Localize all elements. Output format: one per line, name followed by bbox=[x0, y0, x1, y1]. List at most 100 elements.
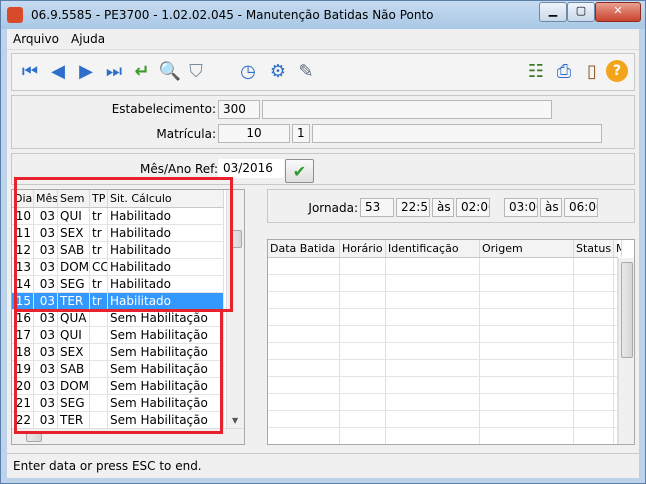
empty-cell bbox=[268, 377, 340, 393]
empty-row bbox=[268, 258, 618, 275]
jornada-start1-field: 22:52 bbox=[396, 198, 430, 217]
notes-icon[interactable]: ✎ bbox=[294, 60, 318, 84]
empty-cell bbox=[340, 275, 386, 291]
empty-cell bbox=[386, 428, 480, 444]
empty-cell bbox=[480, 275, 574, 291]
empty-row bbox=[268, 275, 618, 292]
status-bar: Enter data or press ESC to end. bbox=[7, 453, 639, 478]
empty-row bbox=[268, 360, 618, 377]
jornada-sep2: às bbox=[540, 198, 562, 217]
exit-icon[interactable]: ▯ bbox=[580, 60, 604, 84]
close-button[interactable]: ✕ bbox=[595, 2, 641, 22]
batidas-grid-header: Data Batida Horário Identificação Origem… bbox=[268, 240, 622, 258]
goto-icon[interactable]: ↵ bbox=[130, 60, 154, 84]
empty-cell bbox=[386, 411, 480, 427]
empty-row bbox=[268, 309, 618, 326]
print-icon[interactable]: ⎙ bbox=[552, 60, 576, 84]
checkmark-icon: ✔ bbox=[292, 161, 307, 181]
empty-cell bbox=[340, 428, 386, 444]
empty-cell bbox=[574, 428, 614, 444]
empty-cell bbox=[386, 377, 480, 393]
matricula-seq-field[interactable]: 1 bbox=[292, 124, 310, 143]
empty-cell bbox=[268, 343, 340, 359]
col-identificacao[interactable]: Identificação bbox=[386, 240, 480, 257]
app-icon bbox=[7, 7, 23, 23]
tree-icon[interactable]: ☷ bbox=[524, 60, 548, 84]
empty-cell bbox=[574, 275, 614, 291]
client-area: Arquivo Ajuda ⏮ ◀ ▶ ⏭ ↵ 🔍 ⛉ ◷ ⚙ ✎ ☷ ⎙ ▯ … bbox=[7, 29, 639, 478]
empty-cell bbox=[574, 292, 614, 308]
empty-cell bbox=[480, 411, 574, 427]
col-m[interactable]: M bbox=[614, 240, 622, 257]
matricula-label: Matrícula: bbox=[156, 127, 216, 141]
batidas-grid-vscrollbar[interactable] bbox=[618, 258, 634, 444]
empty-cell bbox=[340, 394, 386, 410]
jornada-start2-field: 03:00 bbox=[504, 198, 538, 217]
window-title: 06.9.5585 - PE3700 - 1.02.02.045 - Manut… bbox=[31, 8, 434, 22]
col-origem[interactable]: Origem bbox=[480, 240, 574, 257]
empty-row bbox=[268, 377, 618, 394]
period-field[interactable]: 03/2016 bbox=[218, 159, 284, 178]
empty-row bbox=[268, 411, 618, 428]
empty-cell bbox=[574, 309, 614, 325]
clock-icon[interactable]: ◷ bbox=[236, 60, 260, 84]
col-horario[interactable]: Horário bbox=[340, 240, 386, 257]
empty-cell bbox=[340, 326, 386, 342]
empty-cell bbox=[268, 360, 340, 376]
confirm-button[interactable]: ✔ bbox=[285, 159, 314, 183]
previous-record-icon[interactable]: ◀ bbox=[46, 60, 70, 84]
maximize-button[interactable]: ▢ bbox=[567, 2, 595, 22]
empty-cell bbox=[340, 377, 386, 393]
empty-cell bbox=[480, 309, 574, 325]
batidas-grid: Data Batida Horário Identificação Origem… bbox=[267, 239, 635, 445]
empty-cell bbox=[386, 326, 480, 342]
empty-cell bbox=[574, 326, 614, 342]
empty-cell bbox=[340, 343, 386, 359]
empty-cell bbox=[268, 292, 340, 308]
filter-panel: Estabelecimento: 300 Matrícula: 10 1 bbox=[11, 95, 635, 149]
batidas-grid-vscroll-thumb[interactable] bbox=[621, 262, 633, 358]
empty-cell bbox=[268, 411, 340, 427]
estabelecimento-code-field[interactable]: 300 bbox=[218, 100, 260, 119]
title-bar[interactable]: 06.9.5585 - PE3700 - 1.02.02.045 - Manut… bbox=[1, 1, 645, 29]
empty-cell bbox=[574, 377, 614, 393]
empty-cell bbox=[340, 309, 386, 325]
help-icon[interactable]: ? bbox=[606, 60, 628, 82]
empty-cell bbox=[574, 258, 614, 274]
empty-row bbox=[268, 428, 618, 444]
last-record-icon[interactable]: ⏭ bbox=[102, 60, 126, 84]
minimize-button[interactable]: ▁ bbox=[539, 2, 567, 22]
estabelecimento-name-field bbox=[262, 100, 552, 119]
empty-cell bbox=[268, 394, 340, 410]
col-status[interactable]: Status bbox=[574, 240, 614, 257]
next-record-icon[interactable]: ▶ bbox=[74, 60, 98, 84]
empty-cell bbox=[268, 428, 340, 444]
menu-ajuda[interactable]: Ajuda bbox=[71, 32, 105, 46]
jornada-panel: Jornada: 53 22:52 às 02:00 03:00 às 06:0… bbox=[267, 189, 635, 223]
empty-cell bbox=[386, 343, 480, 359]
empty-cell bbox=[386, 309, 480, 325]
status-text: Enter data or press ESC to end. bbox=[13, 459, 202, 473]
empty-cell bbox=[480, 428, 574, 444]
empty-cell bbox=[340, 292, 386, 308]
empty-cell bbox=[574, 394, 614, 410]
scroll-down-icon[interactable]: ▼ bbox=[232, 416, 238, 425]
filter-icon[interactable]: ⛉ bbox=[184, 60, 208, 84]
empty-cell bbox=[386, 360, 480, 376]
jornada-end2-field: 06:00 bbox=[564, 198, 598, 217]
clock-settings-icon[interactable]: ⚙ bbox=[266, 60, 290, 84]
menu-arquivo[interactable]: Arquivo bbox=[13, 32, 59, 46]
empty-cell bbox=[268, 275, 340, 291]
highlight-box-enabled-days bbox=[14, 177, 233, 312]
empty-cell bbox=[340, 258, 386, 274]
first-record-icon[interactable]: ⏮ bbox=[18, 60, 42, 84]
empty-cell bbox=[386, 292, 480, 308]
matricula-code-field[interactable]: 10 bbox=[218, 124, 290, 143]
matricula-name-field bbox=[312, 124, 602, 143]
empty-cell bbox=[480, 326, 574, 342]
empty-cell bbox=[480, 258, 574, 274]
col-data-batida[interactable]: Data Batida bbox=[268, 240, 340, 257]
search-icon[interactable]: 🔍 bbox=[158, 60, 182, 84]
jornada-sep1: às bbox=[432, 198, 454, 217]
empty-row bbox=[268, 292, 618, 309]
